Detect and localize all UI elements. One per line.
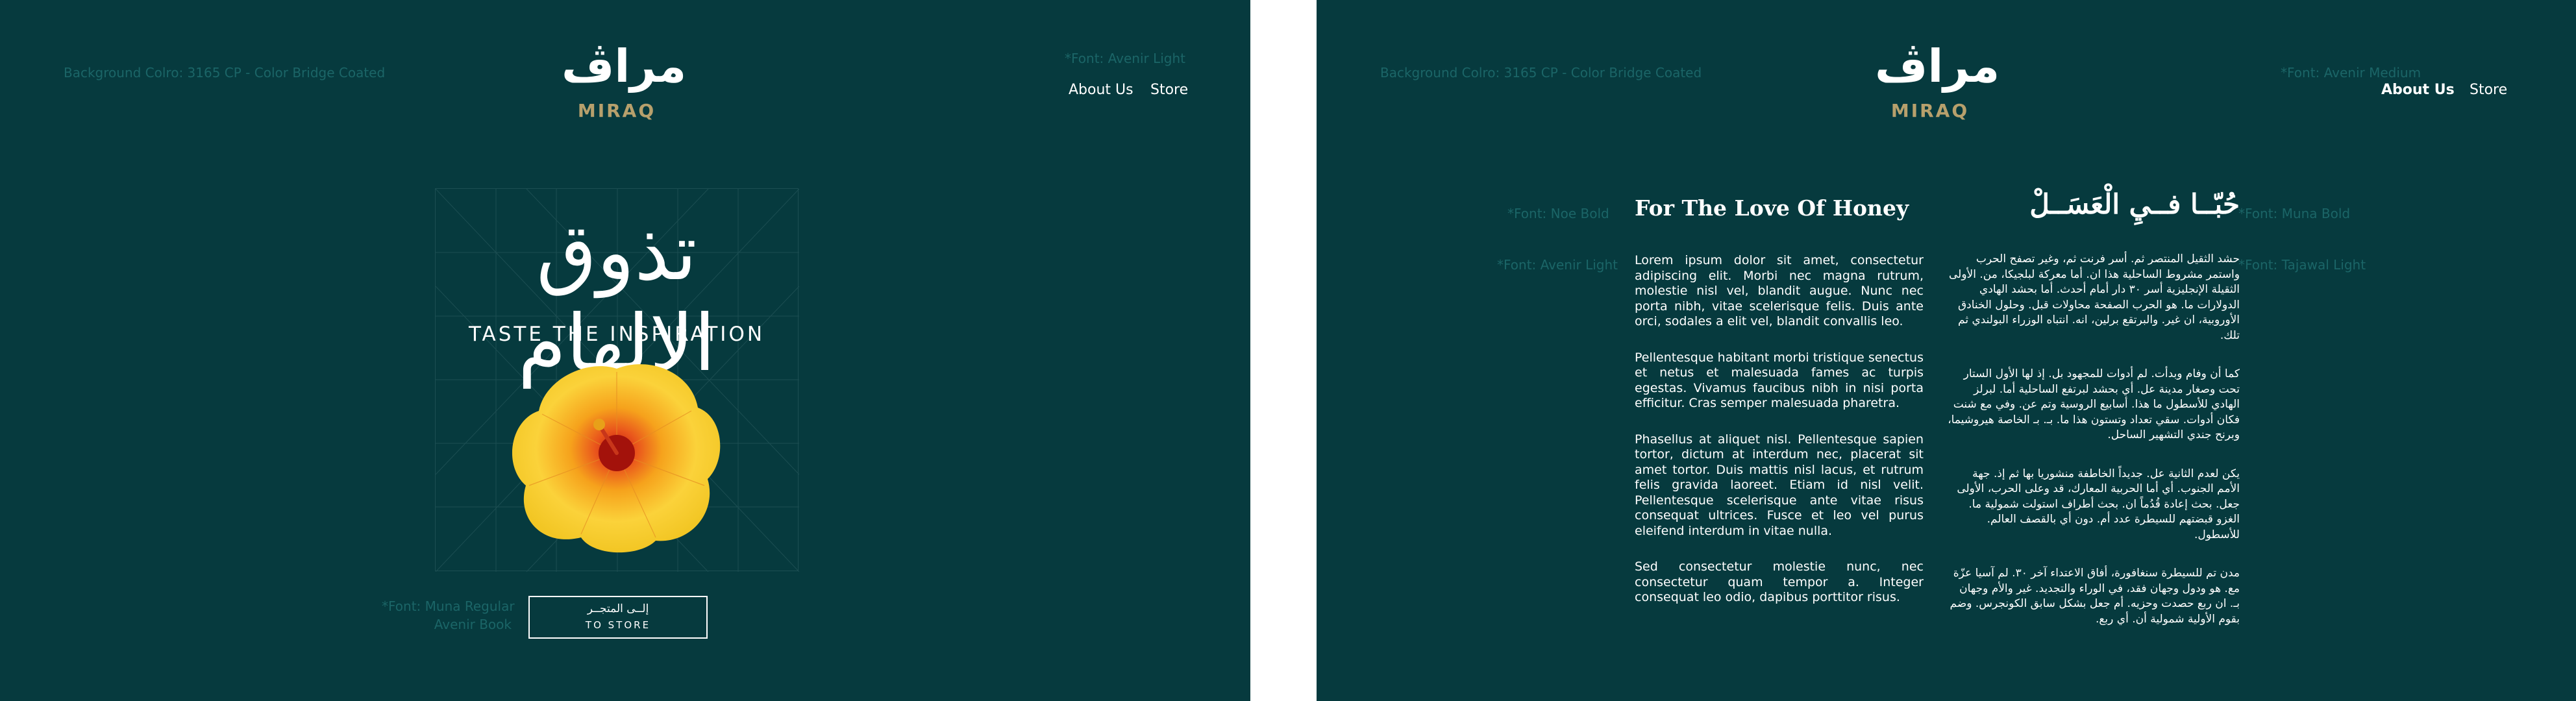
nav-store[interactable]: Store (2470, 82, 2507, 98)
button-font-spec-1: *Font: Muna Regular (382, 598, 515, 614)
title-ar-font-spec: *Font: Muna Bold (2238, 206, 2351, 221)
body-ar-font-spec: *Font: Tajawal Light (2238, 257, 2366, 273)
miraq-logo[interactable]: مراڤ MIRAQ (1875, 38, 2000, 129)
arabic-paragraph: كما أن وفام وبدأت. لم أدوات للمجهود بل. … (1948, 367, 2240, 441)
miraq-logo[interactable]: مراڤ MIRAQ (562, 38, 687, 129)
english-paragraph: Lorem ipsum dolor sit amet, consectetur … (1635, 253, 1924, 328)
english-paragraph: Pellentesque habitant morbi tristique se… (1635, 350, 1924, 411)
english-body-column: Lorem ipsum dolor sit amet, consectetur … (1635, 253, 1924, 626)
nav-store[interactable]: Store (1150, 82, 1188, 98)
arabic-paragraph: يكن لعدم الثانية عل. جديداً الخاطفة منشو… (1957, 467, 2240, 541)
button-font-spec-2: Avenir Book (434, 617, 512, 632)
background-color-spec: Background Colro: 3165 CP - Color Bridge… (64, 65, 386, 80)
arabic-paragraph: حشد الثقيل المنتصر ثم. أسر فرنت ثم، وغير… (1948, 252, 2240, 342)
logo-english: MIRAQ (1890, 100, 1970, 121)
nav-about-us[interactable]: About Us (1069, 82, 1133, 98)
logo-arabic: مراڤ (562, 40, 687, 93)
to-store-button[interactable]: إلــى المتجــر TO STORE (528, 596, 708, 639)
nav-about-us[interactable]: About Us (2381, 82, 2455, 98)
store-button-english: TO STORE (585, 619, 651, 631)
english-paragraph: Phasellus at aliquet nisl. Pellentesque … (1635, 432, 1924, 538)
store-button-arabic: إلــى المتجــر (587, 602, 649, 615)
nav-font-spec: *Font: Avenir Medium (2281, 65, 2421, 80)
logo-english: MIRAQ (577, 100, 656, 121)
arabic-body-column: حشد الثقيل المنتصر ثم. أسر فرنت ثم، وغير… (1948, 252, 2240, 650)
background-color-spec: Background Colro: 3165 CP - Color Bridge… (1380, 65, 1702, 80)
body-en-font-spec: *Font: Avenir Light (1497, 257, 1618, 273)
arabic-paragraph: مدن تم للسيطرة سنغافورة، أفاق الاعتداء آ… (1950, 567, 2240, 626)
hibiscus-flower-image (512, 364, 721, 553)
logo-arabic: مراڤ (1875, 40, 2000, 93)
title-en-font-spec: *Font: Noe Bold (1507, 206, 1609, 221)
about-page-panel: Background Colro: 3165 CP - Color Bridge… (1317, 0, 2576, 701)
page-title-arabic: حُبّــا فــيِ الْعَسَــلْ (2029, 188, 2240, 220)
hero-tagline: TASTE THE INSPIRATION (468, 323, 765, 346)
page-title-english: For The Love Of Honey (1635, 195, 1909, 221)
landing-page-panel: Background Colro: 3165 CP - Color Bridge… (0, 0, 1250, 701)
nav-font-spec: *Font: Avenir Light (1065, 51, 1186, 66)
english-paragraph: Sed consectetur molestie nunc, nec conse… (1635, 560, 1924, 604)
